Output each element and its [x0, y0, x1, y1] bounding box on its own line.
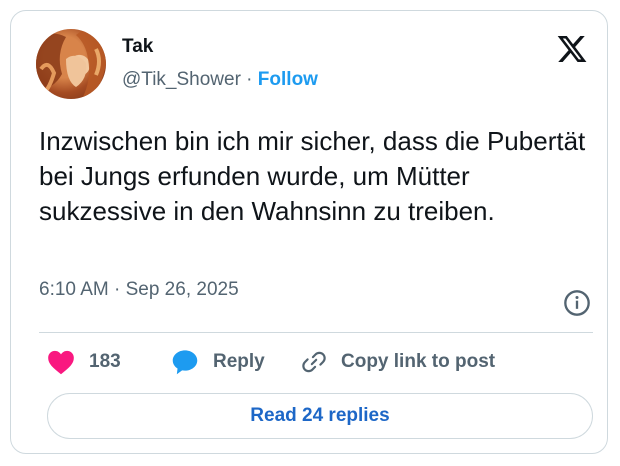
follow-button[interactable]: Follow: [258, 69, 318, 90]
like-count: 183: [89, 351, 121, 372]
link-icon: [302, 351, 326, 373]
copy-link-button[interactable]: Copy link to post: [301, 347, 495, 377]
avatar[interactable]: [36, 29, 106, 99]
author-name[interactable]: Tak: [122, 36, 153, 58]
handle-separator: ·: [240, 69, 258, 90]
tweet-text: Inzwischen bin ich mir sicher, dass die …: [39, 126, 586, 226]
handle-row: @Tik_Shower · Follow: [122, 69, 318, 91]
heart-icon: [48, 350, 74, 375]
like-button[interactable]: 183: [47, 347, 121, 377]
tweet-card: Tak @Tik_Shower · Follow Inzwischen bin …: [10, 10, 608, 454]
divider: [39, 332, 593, 333]
speech-bubble-icon: [172, 350, 198, 375]
reply-label: Reply: [213, 351, 265, 372]
author-handle[interactable]: @Tik_Shower: [122, 69, 241, 90]
x-logo-icon[interactable]: [556, 33, 588, 65]
copy-link-label: Copy link to post: [341, 351, 496, 372]
info-icon[interactable]: [563, 289, 591, 317]
reply-button[interactable]: Reply: [171, 347, 265, 377]
read-replies-button[interactable]: Read 24 replies: [47, 393, 593, 439]
timestamp[interactable]: 6:10 AM · Sep 26, 2025: [39, 279, 239, 301]
